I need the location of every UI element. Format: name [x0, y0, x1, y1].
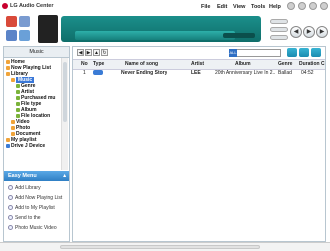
volume-slider[interactable] [270, 19, 288, 24]
forward-button[interactable]: ▶ [85, 49, 92, 56]
sidebar-scrollbar[interactable] [61, 58, 68, 170]
folder-icon [16, 95, 20, 100]
col-type[interactable]: Type [93, 61, 104, 67]
collapse-icon[interactable]: ▴ [63, 171, 66, 181]
now-playing-display [61, 16, 261, 42]
scroll-thumb[interactable] [63, 62, 67, 122]
settings-gear-icon[interactable] [19, 16, 30, 27]
play-button[interactable]: ▶ [303, 26, 315, 38]
add-icon [8, 215, 13, 221]
search-scope-button[interactable]: ALL [229, 49, 237, 57]
menu-help[interactable]: Help [269, 4, 281, 10]
easy-menu-item-label: Add Library [15, 185, 41, 191]
easy-menu-item[interactable]: Add Now Playing List [8, 195, 62, 201]
folder-icon [6, 137, 10, 142]
easy-menu-header[interactable]: Easy Menu ▴ [4, 171, 69, 181]
sidebar: Music Home Now Playing List Library Music Ge… [3, 46, 70, 242]
easy-menu-item[interactable]: Photo Music Video [8, 225, 57, 231]
folder-icon [11, 77, 15, 82]
easy-menu-item[interactable]: Send to the [8, 215, 41, 221]
minimize-button[interactable] [287, 2, 295, 10]
cell-duration: 04:52 [301, 70, 314, 76]
col-album[interactable]: Album [235, 61, 251, 67]
tree-item-label: Drive J Device [11, 143, 46, 149]
toolbar: ◀ ▶ ▶ [4, 14, 328, 44]
col-no[interactable]: No [81, 61, 88, 67]
folder-icon [6, 65, 10, 70]
col-name[interactable]: Name of song [125, 61, 158, 67]
folder-icon [16, 89, 20, 94]
col-duration[interactable]: Duration C [299, 61, 325, 67]
folder-icon [6, 59, 10, 64]
menu-file[interactable]: File [201, 4, 210, 10]
add-icon [8, 185, 13, 191]
folder-icon [16, 83, 20, 88]
lg-logo-icon [2, 3, 8, 9]
close-button[interactable] [320, 2, 328, 10]
app-title: LG Audio Center [10, 3, 54, 9]
easy-menu-item[interactable]: Add to My Playlist [8, 205, 55, 211]
folder-icon [6, 71, 10, 76]
bottom-scrollbar[interactable] [60, 245, 260, 249]
easy-menu-item-label: Photo Music Video [15, 225, 57, 231]
add-icon [8, 205, 13, 211]
easy-menu-item-label: Add Now Playing List [15, 195, 63, 201]
device-icon[interactable] [19, 30, 30, 41]
cell-genre: Ballad [278, 70, 292, 76]
cell-no: 1 [83, 70, 86, 76]
easy-menu-title: Easy Menu [8, 173, 37, 179]
back-button[interactable]: ◀ [77, 49, 84, 56]
seek-bar[interactable] [75, 31, 235, 40]
next-button[interactable]: ▶ [316, 26, 328, 38]
col-artist[interactable]: Artist [191, 61, 204, 67]
song-list-panel: ◀ ▶ ▲ ↻ ALL No Type Name of song Artist … [72, 46, 326, 242]
title-bar: LG Audio Center File Edit View Tools Hel… [0, 0, 330, 14]
library-icon[interactable] [6, 30, 17, 41]
equalizer-slider[interactable] [270, 35, 288, 40]
table-row[interactable]: 1 Never Ending Story LEE 20th Anniversar… [73, 69, 325, 77]
balance-slider[interactable] [270, 27, 288, 32]
menu-tools[interactable]: Tools [251, 4, 265, 10]
easy-menu-item-label: Send to the [15, 215, 41, 221]
music-file-icon [93, 70, 103, 75]
status-indicator [223, 33, 255, 38]
cell-name: Never Ending Story [121, 70, 168, 76]
easy-menu-item-label: Add to My Playlist [15, 205, 55, 211]
previous-button[interactable]: ◀ [290, 26, 302, 38]
view-list-button[interactable] [287, 48, 297, 57]
folder-icon [16, 101, 20, 106]
easy-menu-item[interactable]: Add Library [8, 185, 41, 191]
tree-item-drive-j-device[interactable]: Drive J Device [6, 143, 45, 149]
up-button[interactable]: ▲ [93, 49, 100, 56]
add-icon [8, 195, 13, 201]
folder-icon [6, 143, 10, 148]
burn-cd-icon[interactable] [6, 16, 17, 27]
folder-icon [16, 113, 20, 118]
album-art-display [38, 15, 58, 43]
cell-album: 20th Anniversary Live In 2... [215, 70, 275, 76]
mini-mode-button[interactable] [309, 2, 317, 10]
col-genre[interactable]: Genre [278, 61, 292, 67]
easy-menu-panel: Easy Menu ▴ Add Library Add Now Playing L… [4, 171, 69, 241]
folder-icon [16, 107, 20, 112]
menu-edit[interactable]: Edit [217, 4, 227, 10]
view-detail-button[interactable] [311, 48, 321, 57]
maximize-button[interactable] [298, 2, 306, 10]
view-thumb-button[interactable] [299, 48, 309, 57]
menu-view[interactable]: View [233, 4, 245, 10]
folder-icon [11, 125, 15, 130]
folder-icon [11, 131, 15, 136]
refresh-button[interactable]: ↻ [101, 49, 108, 56]
sidebar-header: Music [4, 47, 69, 58]
folder-icon [11, 119, 15, 124]
cell-artist: LEE [191, 70, 201, 76]
add-icon [8, 225, 13, 231]
